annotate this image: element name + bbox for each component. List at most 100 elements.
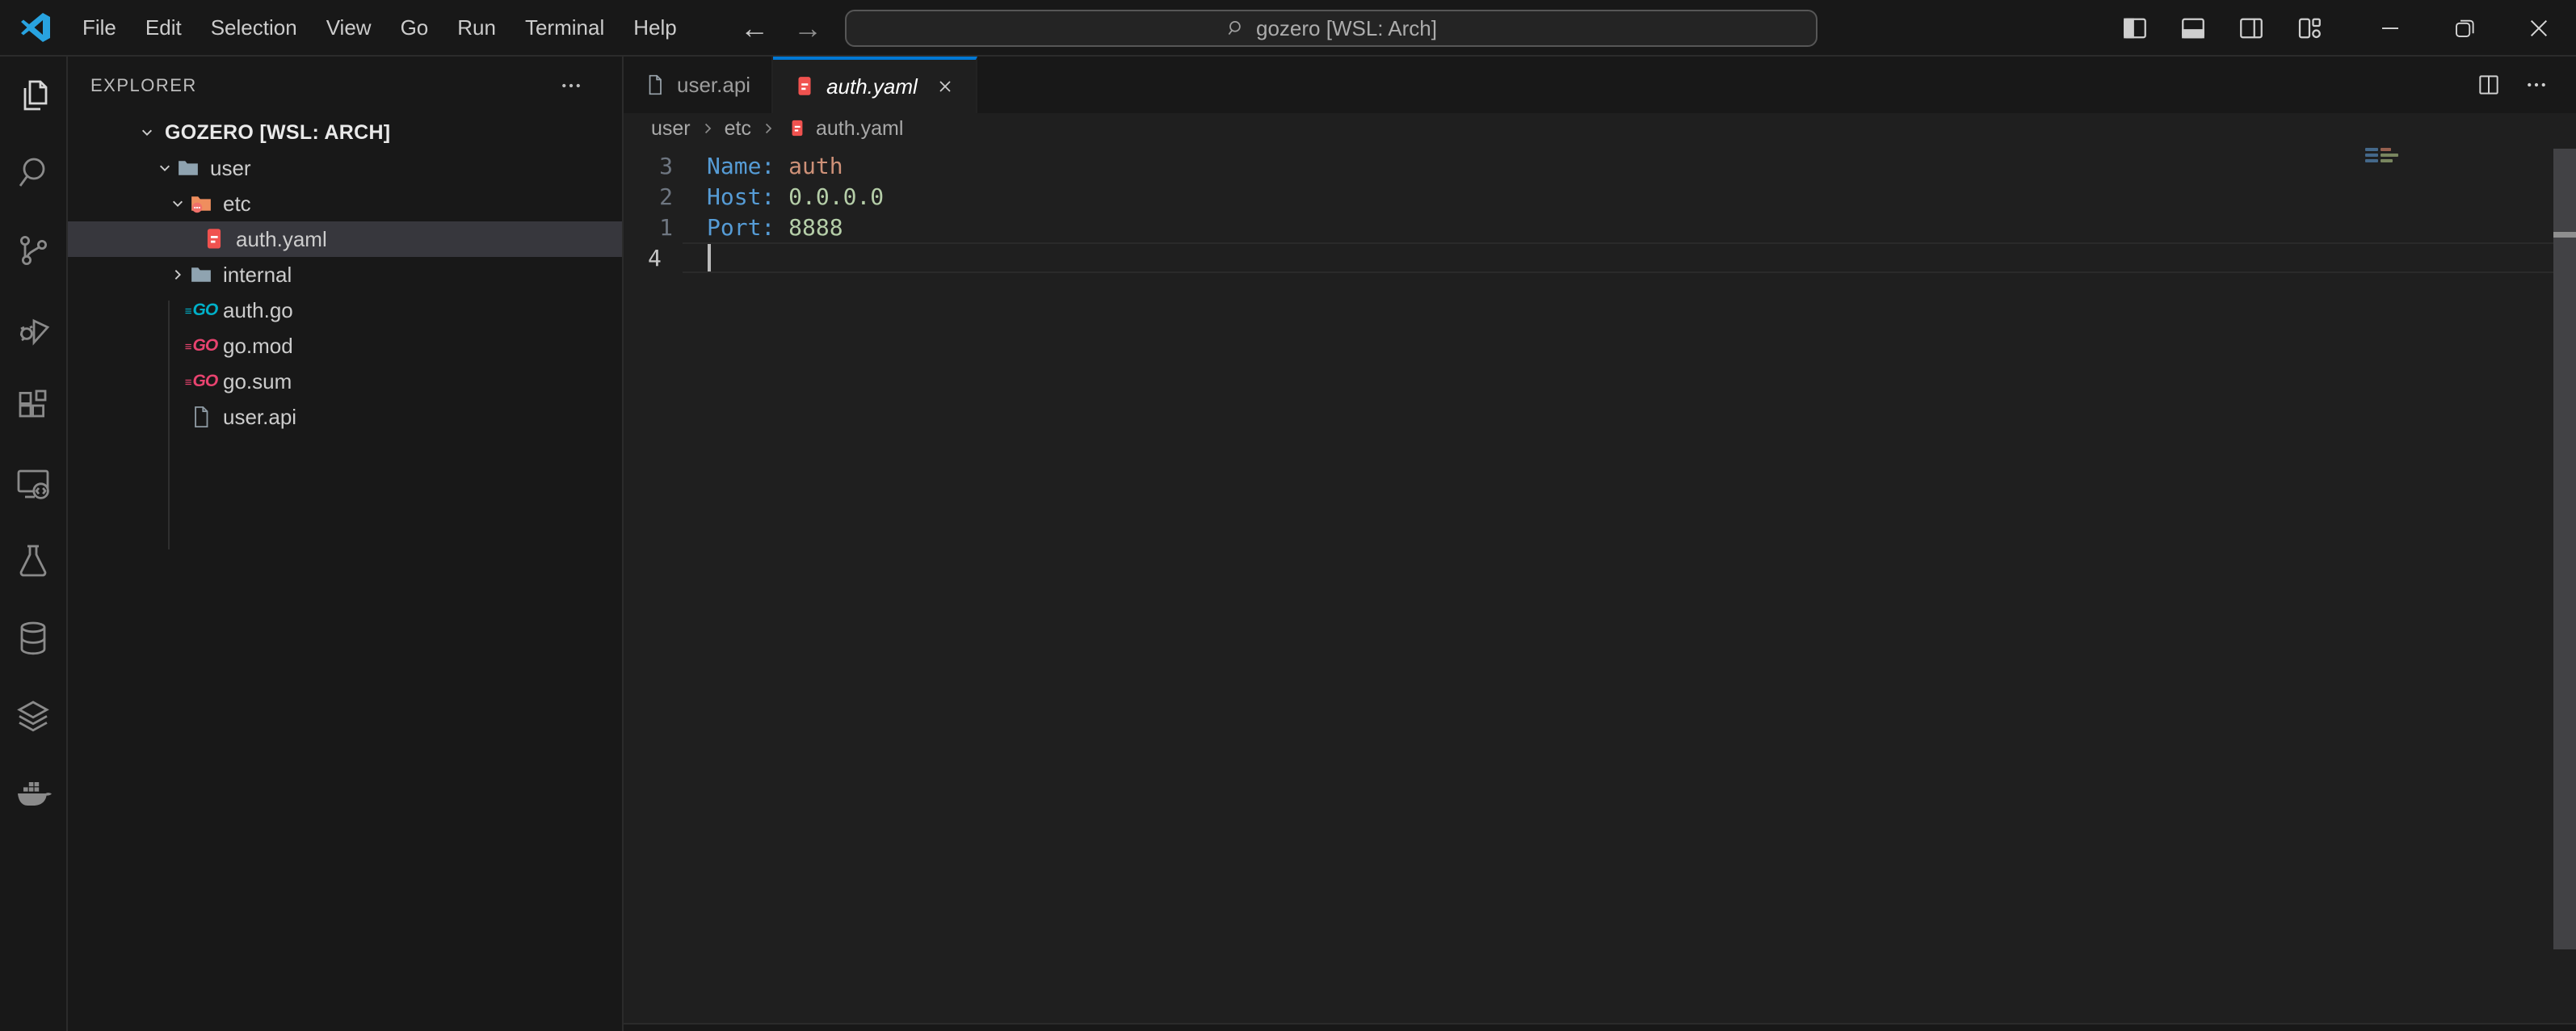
- tree-item-label: go.sum: [223, 369, 292, 394]
- code-line: 2 Host: 0.0.0.0: [624, 181, 2576, 212]
- command-center-search[interactable]: gozero [WSL: Arch]: [845, 10, 1817, 47]
- yaml-key: Host:: [707, 183, 775, 210]
- testing-beaker-icon[interactable]: [0, 522, 66, 600]
- tree-item-label: go.mod: [223, 334, 293, 359]
- editor-tab-bar: user.api auth.yaml: [624, 57, 2576, 113]
- yaml-value: auth: [775, 153, 843, 179]
- code-line-current: 4: [624, 242, 2576, 273]
- line-number-current: 4: [624, 245, 683, 271]
- explorer-files-icon[interactable]: [0, 57, 66, 134]
- vertical-scrollbar[interactable]: [2553, 149, 2576, 949]
- split-editor-icon[interactable]: [2476, 72, 2502, 98]
- go-back-icon[interactable]: ←: [740, 0, 769, 57]
- source-control-icon[interactable]: [0, 212, 66, 289]
- breadcrumb: user etc auth.yaml: [624, 113, 2576, 144]
- window-minimize-button[interactable]: [2353, 0, 2427, 57]
- run-and-debug-icon[interactable]: [0, 289, 66, 367]
- toggle-panel-icon[interactable]: [2170, 0, 2216, 57]
- titlebar-right-controls: [2112, 0, 2576, 57]
- go-mod-file-icon: ≡GO: [187, 336, 215, 356]
- sidebar-title: EXPLORER: [90, 75, 197, 96]
- tree-item-user-api[interactable]: user.api: [68, 399, 622, 435]
- breadcrumb-item-auth-yaml[interactable]: auth.yaml: [816, 117, 903, 141]
- window-restore-button[interactable]: [2427, 0, 2502, 57]
- toggle-secondary-sidebar-icon[interactable]: [2229, 0, 2274, 57]
- menu-view[interactable]: View: [312, 0, 386, 55]
- breadcrumb-item-user[interactable]: user: [651, 117, 691, 141]
- chevron-down-icon: [155, 158, 174, 179]
- code-line: 3 Name: auth: [624, 150, 2576, 181]
- customize-layout-icon[interactable]: [2287, 0, 2332, 57]
- menu-terminal[interactable]: Terminal: [511, 0, 619, 55]
- extensions-icon[interactable]: [0, 367, 66, 444]
- tab-user-api[interactable]: user.api: [624, 57, 773, 113]
- layout-controls: [2112, 0, 2332, 57]
- yaml-value: 8888: [775, 214, 843, 241]
- explorer-more-actions-icon[interactable]: [559, 74, 583, 98]
- menu-go[interactable]: Go: [386, 0, 443, 55]
- overview-ruler-cursor-marker: [2553, 232, 2576, 238]
- remote-explorer-icon[interactable]: [0, 444, 66, 522]
- menu-selection[interactable]: Selection: [196, 0, 312, 55]
- menu-help[interactable]: Help: [619, 0, 691, 55]
- tree-item-label: user.api: [223, 405, 296, 430]
- line-number: 2: [624, 183, 683, 210]
- menu-bar: File Edit Selection View Go Run Terminal…: [68, 0, 691, 55]
- line-number: 1: [624, 214, 683, 241]
- file-tree: GOZERO [WSL: ARCH] user: [68, 115, 622, 435]
- tree-root-gozero[interactable]: GOZERO [WSL: ARCH]: [68, 115, 622, 150]
- go-sum-file-icon: ≡GO: [187, 372, 215, 391]
- sidebar-header: EXPLORER: [68, 57, 622, 115]
- code-editor[interactable]: 3 Name: auth 2 Host: 0.0.0.0 1 Port: 888…: [624, 144, 2576, 1023]
- tree-item-user[interactable]: user: [68, 150, 622, 186]
- search-sidebar-icon[interactable]: [0, 134, 66, 212]
- command-center-text: gozero [WSL: Arch]: [1256, 16, 1437, 41]
- folder-open-icon: [174, 156, 202, 180]
- search-icon: [1225, 18, 1246, 39]
- explorer-sidebar: EXPLORER GOZERO [WSL: ARCH] user: [68, 57, 624, 1031]
- tree-item-label: auth.yaml: [236, 227, 327, 252]
- history-navigation: ← →: [740, 0, 822, 57]
- tree-item-internal[interactable]: internal: [68, 257, 622, 292]
- tree-item-auth-yaml[interactable]: auth.yaml: [68, 221, 622, 257]
- menu-run[interactable]: Run: [443, 0, 511, 55]
- database-icon[interactable]: [0, 600, 66, 677]
- tab-auth-yaml[interactable]: auth.yaml: [773, 57, 977, 113]
- toggle-primary-sidebar-icon[interactable]: [2112, 0, 2158, 57]
- chevron-right-icon: [699, 120, 716, 137]
- editor-bottom-edge: [624, 1023, 2576, 1031]
- title-bar: File Edit Selection View Go Run Terminal…: [0, 0, 2576, 57]
- tree-item-etc[interactable]: etc: [68, 186, 622, 221]
- yaml-key: Port:: [707, 214, 775, 241]
- tree-item-go-sum[interactable]: ≡GO go.sum: [68, 364, 622, 399]
- line-number: 3: [624, 153, 683, 179]
- generic-file-icon: [187, 405, 215, 429]
- editor-actions: [2476, 57, 2576, 113]
- yaml-file-icon: [788, 119, 806, 138]
- menu-file[interactable]: File: [68, 0, 131, 55]
- workspace-root-label: GOZERO [WSL: ARCH]: [165, 121, 390, 145]
- more-actions-icon[interactable]: [2524, 73, 2549, 97]
- editor-group: user.api auth.yaml: [624, 57, 2576, 1031]
- docker-icon[interactable]: [0, 755, 66, 832]
- tree-item-go-mod[interactable]: ≡GO go.mod: [68, 328, 622, 364]
- minimap[interactable]: [2365, 148, 2398, 165]
- window-close-button[interactable]: [2502, 0, 2576, 57]
- yaml-key: Name:: [707, 153, 775, 179]
- workbench: EXPLORER GOZERO [WSL: ARCH] user: [0, 57, 2576, 1031]
- menu-edit[interactable]: Edit: [131, 0, 196, 55]
- go-forward-icon[interactable]: →: [793, 0, 822, 57]
- activity-bar: [0, 57, 68, 1031]
- tab-label: auth.yaml: [826, 74, 918, 99]
- tree-item-auth-go[interactable]: ≡GO auth.go: [68, 292, 622, 328]
- go-file-icon: ≡GO: [187, 301, 215, 320]
- yaml-file-icon: [794, 75, 815, 98]
- generic-file-icon: [645, 74, 666, 96]
- breadcrumb-item-etc[interactable]: etc: [725, 117, 751, 141]
- chevron-right-icon: [168, 264, 187, 285]
- layers-icon[interactable]: [0, 677, 66, 755]
- text-cursor: [708, 244, 711, 271]
- tree-item-label: user: [210, 156, 251, 181]
- vscode-logo-icon: [19, 11, 52, 44]
- close-tab-icon[interactable]: [935, 77, 955, 96]
